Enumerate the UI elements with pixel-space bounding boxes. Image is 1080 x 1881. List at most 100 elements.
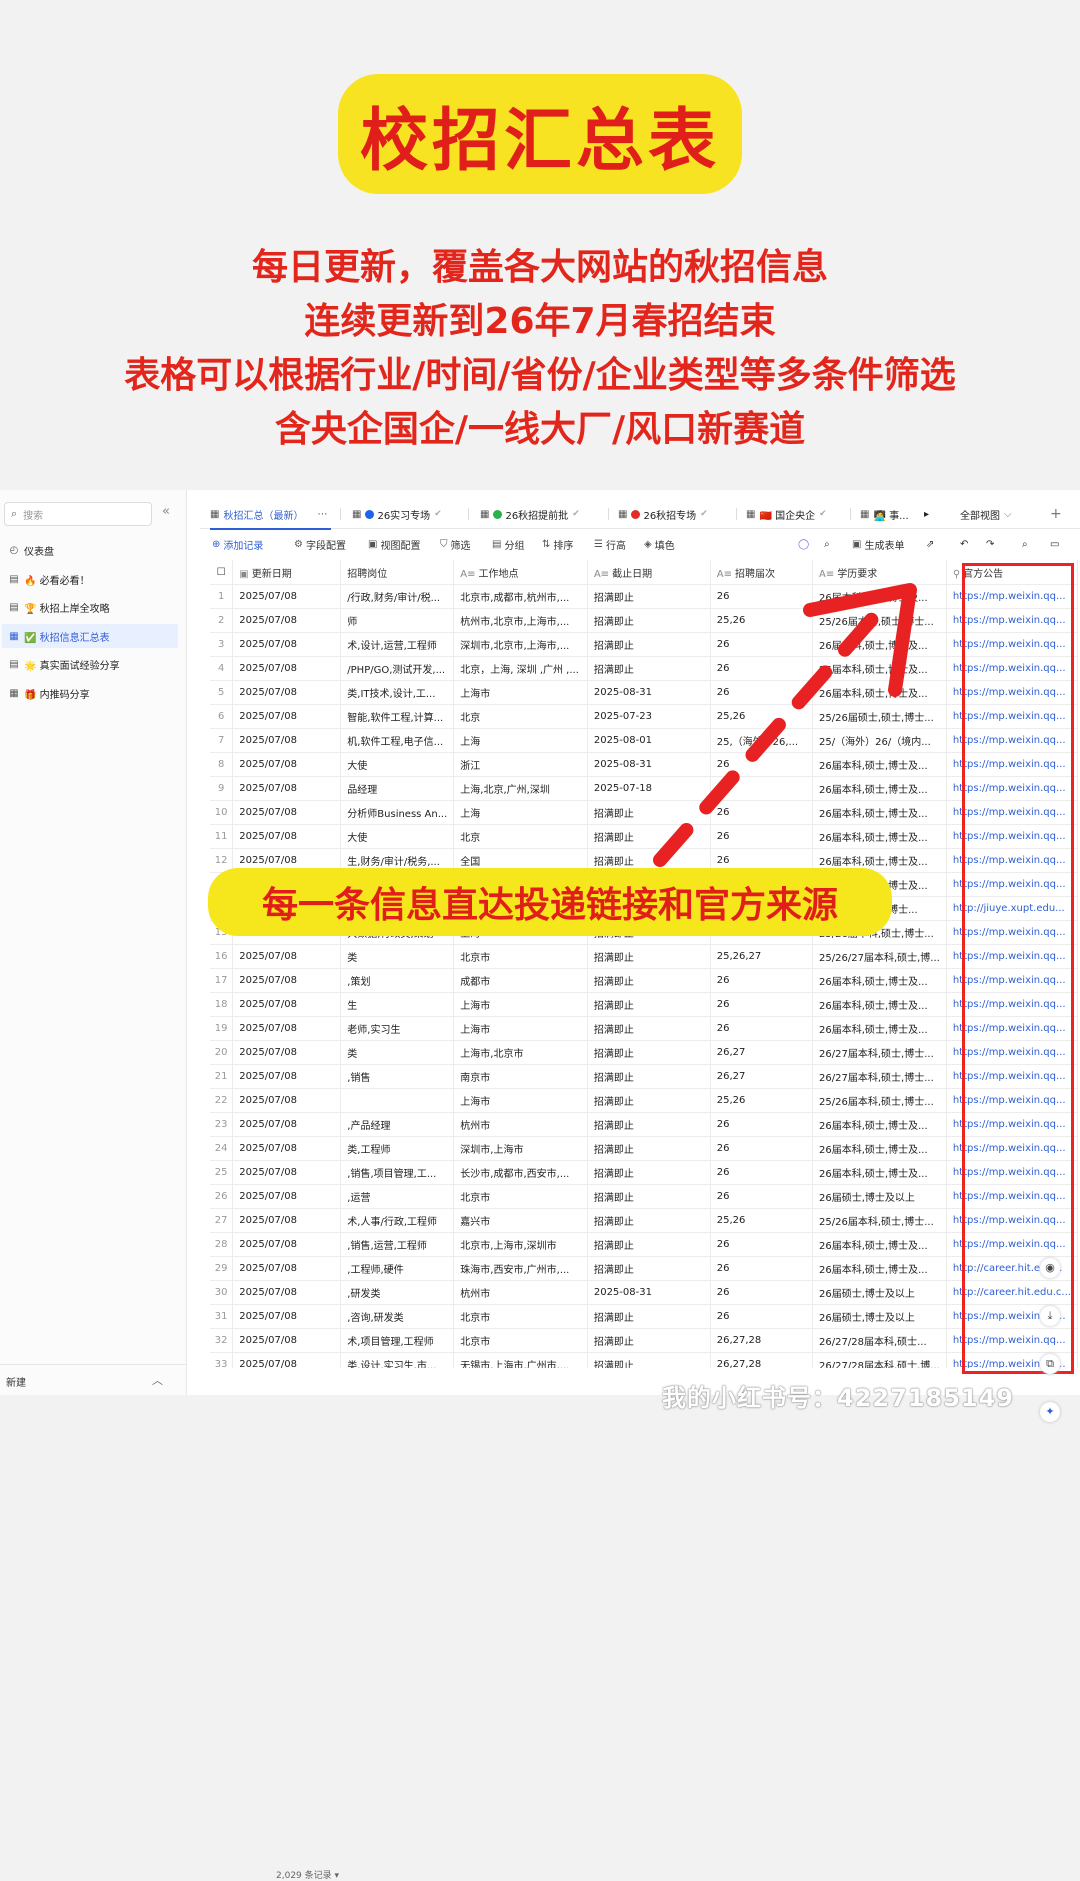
- tab-state-owned[interactable]: ▦ 🇨🇳 国企央企 ✔: [746, 500, 827, 528]
- text-field-icon: A≡: [593, 568, 610, 580]
- tab-scroll-right-icon[interactable]: ▸: [924, 500, 929, 528]
- table-row[interactable]: 21 2025/07/08 ,销售 南京市 招满即止 26,27 26/27届本科,硕士,博…: [210, 1064, 1078, 1089]
- copy-icon[interactable]: ⧉: [1040, 1354, 1060, 1374]
- table-cell: 招满即止: [587, 992, 711, 1017]
- new-button[interactable]: 新建: [6, 1374, 26, 1389]
- tab-institution[interactable]: ▦ 🧑‍💻 事...: [860, 500, 909, 528]
- table-row[interactable]: 19 2025/07/08 老师,实习生 上海市 招满即止 26 26届本科,硕士,博士及.…: [210, 1016, 1078, 1041]
- search-input[interactable]: ⌕ 搜索: [4, 502, 152, 526]
- table-cell: /行政,财务/审计/税...: [340, 584, 455, 609]
- table-cell: 类,设计,实习生,市...: [340, 1352, 455, 1368]
- sidebar-item-label: 🎁 内推码分享: [24, 689, 90, 701]
- table-cell: 26: [710, 968, 814, 993]
- group-button[interactable]: ▤ 分组: [492, 532, 524, 556]
- table-cell: 招满即止: [587, 1304, 711, 1329]
- filter-button[interactable]: ⛉ 筛选: [440, 532, 471, 556]
- ai-icon[interactable]: ◯: [798, 532, 809, 556]
- row-number: 6: [210, 704, 234, 729]
- sidebar-item-must-read[interactable]: ▤ 🔥 必看必看！: [2, 567, 178, 591]
- table-cell: 2025/07/08: [232, 656, 342, 681]
- table-cell: 26届本科,硕士,博士及...: [812, 1256, 947, 1281]
- sparkle-icon[interactable]: ✦: [1040, 1402, 1060, 1422]
- chevron-up-icon[interactable]: ︿: [152, 1372, 163, 1388]
- table-cell: 26/27届本科,硕士,博士...: [812, 1040, 947, 1065]
- sidebar-item-dashboard[interactable]: ◴ 仪表盘: [2, 538, 178, 562]
- column-header[interactable]: A≡ 工作地点: [453, 560, 588, 585]
- table-cell: ,研发类: [340, 1280, 455, 1305]
- comment-icon[interactable]: ▭: [1050, 532, 1059, 556]
- undo-icon[interactable]: ↶: [960, 532, 968, 556]
- tab-label: 26秋招专场: [643, 510, 697, 522]
- table-icon: ▦: [618, 508, 628, 520]
- tab-internship[interactable]: ▦ 26实习专场 ✔: [352, 500, 442, 528]
- table-cell: 2025/07/08: [232, 728, 342, 753]
- table-cell: 2025/07/08: [232, 1280, 342, 1305]
- tab-summary-latest[interactable]: ▦ 秋招汇总（最新） ⋯: [210, 500, 332, 530]
- add-view-icon[interactable]: +: [1050, 500, 1062, 528]
- table-row[interactable]: 18 2025/07/08 生上海市 招满即止 26 26届本科,硕士,博士及... htt…: [210, 992, 1078, 1017]
- table-row[interactable]: 33 2025/07/08 类,设计,实习生,市... 无锡市,上海市,广州市,...…: [210, 1352, 1078, 1368]
- tab-early-batch[interactable]: ▦ 26秋招提前批 ✔: [480, 500, 580, 528]
- fill-color-button[interactable]: ◈ 填色: [644, 532, 675, 556]
- table-cell: 师: [340, 608, 455, 633]
- doc-icon: ▤: [9, 658, 19, 670]
- field-config-button[interactable]: ⚙ 字段配置: [294, 532, 346, 556]
- row-number: 27: [210, 1208, 234, 1233]
- sidebar-item-referral[interactable]: ▦ 🎁 内推码分享: [2, 681, 178, 705]
- sidebar-item-interview[interactable]: ▤ 🌟 真实面试经验分享: [2, 652, 178, 676]
- row-number: 5: [210, 680, 234, 705]
- table-cell: 2025/07/08: [232, 1160, 342, 1185]
- subtitle-line-1: 每日更新，覆盖各大网站的秋招信息: [251, 247, 828, 288]
- sidebar-item-summary-table[interactable]: ▦ ✅ 秋招信息汇总表: [2, 624, 178, 648]
- sidebar-item-guide[interactable]: ▤ 🏆 秋招上岸全攻略: [2, 595, 178, 619]
- table-cell: 25,26,27: [710, 944, 814, 969]
- sort-button[interactable]: ⇅ 排序: [542, 532, 573, 556]
- table-cell: ,销售: [340, 1064, 455, 1089]
- column-header[interactable]: 招聘岗位: [340, 560, 455, 585]
- table-cell: 26届本科,硕士,博士及...: [812, 968, 947, 993]
- table-cell: 上海,北京,广州,深圳: [453, 776, 588, 801]
- table-row[interactable]: 26 2025/07/08 ,运营 北京市 招满即止 26 26届硕士,博士及以上 https…: [210, 1184, 1078, 1209]
- more-icon[interactable]: ⋯: [317, 509, 327, 520]
- eye-icon[interactable]: ◉: [1040, 1258, 1060, 1278]
- record-count[interactable]: 2,029 条记录 ▾: [276, 1868, 339, 1881]
- table-row[interactable]: 31 2025/07/08 ,咨询,研发类 北京市 招满即止 26 26届硕士,博士及以上 h…: [210, 1304, 1078, 1329]
- search-icon[interactable]: ⌕: [824, 532, 830, 556]
- table-cell: 2025/07/08: [232, 1208, 342, 1233]
- tab-autumn-special[interactable]: ▦ 26秋招专场 ✔: [618, 500, 708, 528]
- watermark: 我的小红书号：4227185149: [662, 1384, 1014, 1412]
- table-cell: [340, 1088, 455, 1113]
- table-row[interactable]: 27 2025/07/08 术,人事/行政,工程师 嘉兴市 招满即止 25,26 25/26…: [210, 1208, 1078, 1233]
- table-row[interactable]: 16 2025/07/08 类北京市 招满即止 25,26,27 25/26/27届本科,…: [210, 944, 1078, 969]
- add-record-button[interactable]: ⊕ 添加记录: [212, 532, 263, 556]
- redo-icon[interactable]: ↷: [986, 532, 994, 556]
- column-header[interactable]: ▣ 更新日期: [232, 560, 342, 585]
- find-icon[interactable]: ⌕: [1022, 532, 1028, 556]
- table-row[interactable]: 22 2025/07/08 上海市 招满即止 25,26 25/26届本科,硕士,博士..…: [210, 1088, 1078, 1113]
- text-field-icon: A≡: [716, 568, 732, 580]
- download-icon[interactable]: ⤓: [1040, 1306, 1060, 1326]
- all-views-dropdown[interactable]: 全部视图 ⌵: [960, 500, 1012, 528]
- table-row[interactable]: 20 2025/07/08 类上海市,北京市 招满即止 26,27 26/27届本科,硕士…: [210, 1040, 1078, 1065]
- table-cell: 2025/07/08: [232, 584, 342, 609]
- table-row[interactable]: 17 2025/07/08 ,策划 成都市 招满即止 26 26届本科,硕士,博士及... h…: [210, 968, 1078, 993]
- table-row[interactable]: 25 2025/07/08 ,销售,项目管理,工... 长沙市,成都市,西安市,...…: [210, 1160, 1078, 1185]
- table-icon: ▦: [9, 687, 19, 699]
- table-cell: 北京: [453, 704, 588, 729]
- table-row[interactable]: 30 2025/07/08 ,研发类 杭州市 2025-08-31 26 26届硕士,博士及…: [210, 1280, 1078, 1305]
- table-row[interactable]: 24 2025/07/08 类,工程师 深圳市,上海市 招满即止 26 26届本科,硕士,博…: [210, 1136, 1078, 1161]
- table-row[interactable]: 23 2025/07/08 ,产品经理 杭州市 招满即止 26 26届本科,硕士,博士及..…: [210, 1112, 1078, 1137]
- table-row[interactable]: 28 2025/07/08 ,销售,运营,工程师 北京市,上海市,深圳市 招满即止 26 2…: [210, 1232, 1078, 1257]
- table-row[interactable]: 32 2025/07/08 术,项目管理,工程师 北京市 招满即止 26,27,28 26/…: [210, 1328, 1078, 1353]
- select-all-checkbox[interactable]: ☐: [210, 560, 234, 585]
- search-icon: ⌕: [11, 507, 18, 520]
- table-cell: 北京市: [453, 944, 588, 969]
- collapse-sidebar-icon[interactable]: «: [162, 504, 170, 519]
- table-row[interactable]: 29 2025/07/08 ,工程师,硬件 珠海市,西安市,广州市,... 招满即止 26…: [210, 1256, 1078, 1281]
- view-config-button[interactable]: ▣ 视图配置: [368, 532, 420, 556]
- share-icon[interactable]: ⇗: [926, 532, 934, 556]
- table-cell: 2025/07/08: [232, 1256, 342, 1281]
- table-icon: ▦: [746, 508, 756, 520]
- generate-form-button[interactable]: ▣ 生成表单: [852, 532, 904, 556]
- row-height-button[interactable]: ☰ 行高: [594, 532, 626, 556]
